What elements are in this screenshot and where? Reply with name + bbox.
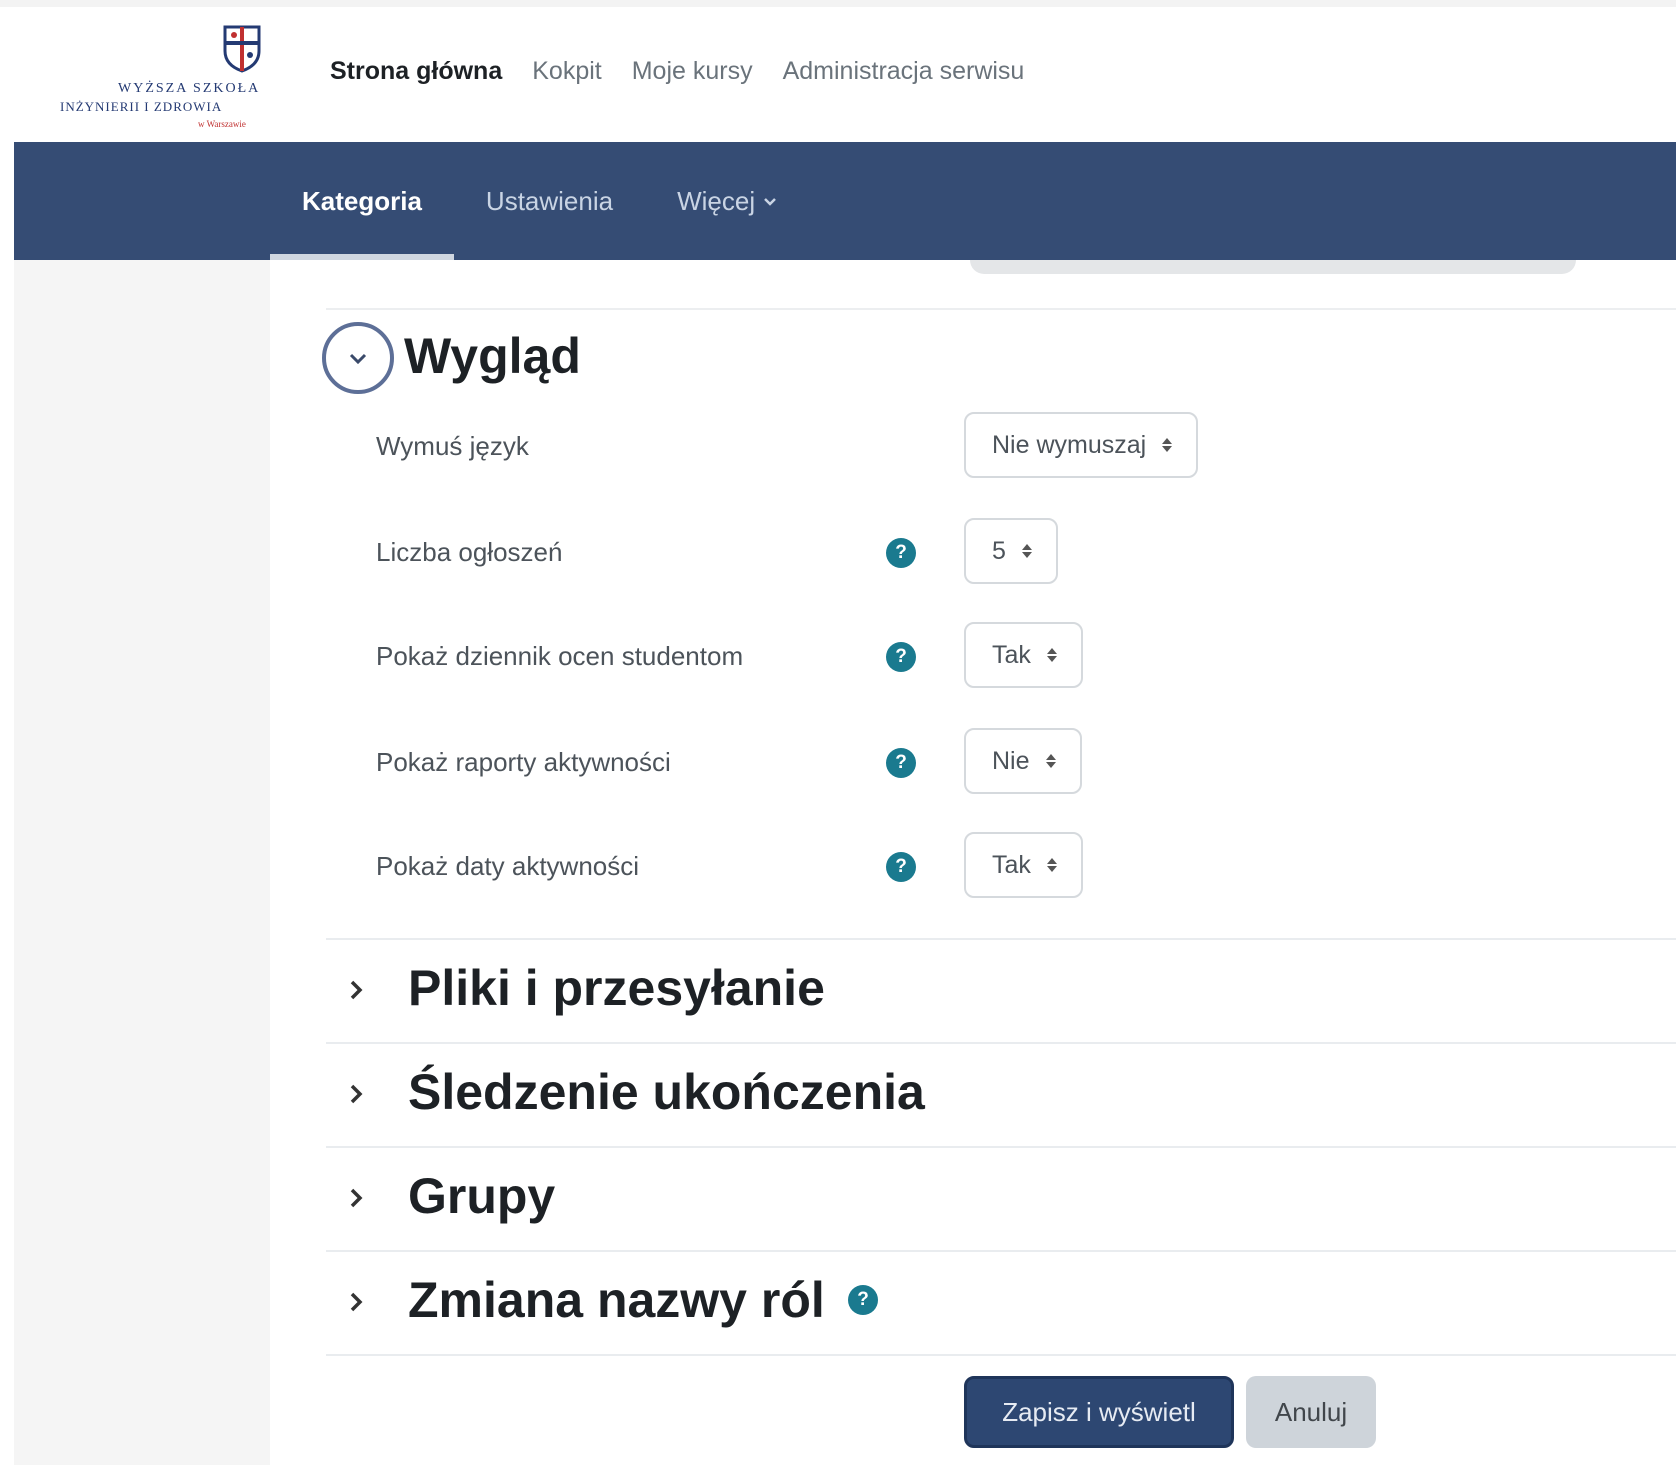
section-header-groups[interactable]: Grupy <box>326 1148 1676 1252</box>
chevron-down-icon <box>349 353 367 365</box>
select-force-language[interactable]: Nie wymuszaj <box>964 412 1199 478</box>
tab-settings-label: Ustawienia <box>485 185 614 216</box>
help-icon[interactable]: ? <box>886 538 916 568</box>
logo-line-3: w Warszawie <box>198 119 246 129</box>
cancel-button[interactable]: Anuluj <box>1246 1376 1376 1448</box>
section-header-role-renaming[interactable]: Zmiana nazwy ról ? <box>326 1252 1676 1356</box>
section-title-appearance: Wygląd <box>404 328 581 384</box>
top-border <box>0 0 1676 7</box>
section-title: Zmiana nazwy ról <box>408 1272 825 1328</box>
section-title: Śledzenie ukończenia <box>408 1064 925 1120</box>
field-label-show-activity-reports: Pokaż raporty aktywności <box>376 747 671 777</box>
help-icon[interactable]: ? <box>886 852 916 882</box>
select-value: Nie wymuszaj <box>992 430 1147 459</box>
select-news-items[interactable]: 5 <box>964 518 1058 584</box>
primary-navigation: Strona główna Kokpit Moje kursy Administ… <box>330 57 1054 86</box>
select-show-gradebook[interactable]: Tak <box>964 622 1083 688</box>
site-logo[interactable]: WYŻSZA SZKOŁA INŻYNIERII I ZDROWIA w War… <box>48 19 268 137</box>
help-icon[interactable]: ? <box>848 1285 878 1315</box>
select-show-activity-reports[interactable]: Nie <box>964 728 1082 794</box>
chevron-down-icon <box>763 191 777 212</box>
section-divider <box>326 1354 1676 1356</box>
sort-arrows-icon <box>1021 544 1032 558</box>
secondary-navigation: Kategoria Ustawienia Więcej <box>270 142 809 260</box>
select-value: 5 <box>992 536 1006 565</box>
help-icon[interactable]: ? <box>886 748 916 778</box>
section-header-files-uploads[interactable]: Pliki i przesyłanie <box>326 940 1676 1044</box>
sort-arrows-icon <box>1162 438 1173 452</box>
field-label-news-items: Liczba ogłoszeń <box>376 537 563 567</box>
crest-icon <box>223 25 261 73</box>
select-value: Tak <box>992 640 1031 669</box>
sort-arrows-icon <box>1046 858 1057 872</box>
chevron-right-icon <box>350 980 363 1000</box>
chevron-right-icon <box>350 1084 363 1104</box>
field-label-force-language: Wymuś język <box>376 431 529 461</box>
section-title: Grupy <box>408 1168 556 1224</box>
section-title: Pliki i przesyłanie <box>408 960 825 1016</box>
nav-site-administration[interactable]: Administracja serwisu <box>783 57 1025 86</box>
tab-category[interactable]: Kategoria <box>270 142 454 260</box>
header-shadow-strip <box>970 260 1576 274</box>
tab-settings[interactable]: Ustawienia <box>454 142 645 260</box>
field-label-show-activity-dates: Pokaż daty aktywności <box>376 851 640 881</box>
logo-line-2: INŻYNIERII I ZDROWIA <box>60 99 223 114</box>
left-drawer <box>14 260 270 1465</box>
sort-arrows-icon <box>1045 754 1056 768</box>
tab-category-label: Kategoria <box>302 185 422 216</box>
collapse-section-button[interactable] <box>322 322 394 394</box>
tab-more[interactable]: Więcej <box>645 142 809 260</box>
secondary-navigation-bar: Kategoria Ustawienia Więcej <box>14 142 1676 260</box>
save-and-display-button[interactable]: Zapisz i wyświetl <box>964 1376 1234 1448</box>
select-value: Tak <box>992 850 1031 879</box>
chevron-right-icon <box>350 1188 363 1208</box>
select-show-activity-dates[interactable]: Tak <box>964 832 1083 898</box>
help-icon[interactable]: ? <box>886 642 916 672</box>
tab-more-label: Więcej <box>677 185 756 216</box>
nav-my-courses[interactable]: Moje kursy <box>632 57 753 86</box>
nav-dashboard[interactable]: Kokpit <box>532 57 601 86</box>
content-top-separator <box>326 308 1676 310</box>
sort-arrows-icon <box>1046 648 1057 662</box>
field-label-show-gradebook: Pokaż dziennik ocen studentom <box>376 641 744 671</box>
section-header-completion-tracking[interactable]: Śledzenie ukończenia <box>326 1044 1676 1148</box>
site-header: WYŻSZA SZKOŁA INŻYNIERII I ZDROWIA w War… <box>14 7 1676 142</box>
select-value: Nie <box>992 746 1030 775</box>
chevron-right-icon <box>350 1292 363 1312</box>
nav-home[interactable]: Strona główna <box>330 57 502 86</box>
logo-line-1: WYŻSZA SZKOŁA <box>118 81 261 96</box>
